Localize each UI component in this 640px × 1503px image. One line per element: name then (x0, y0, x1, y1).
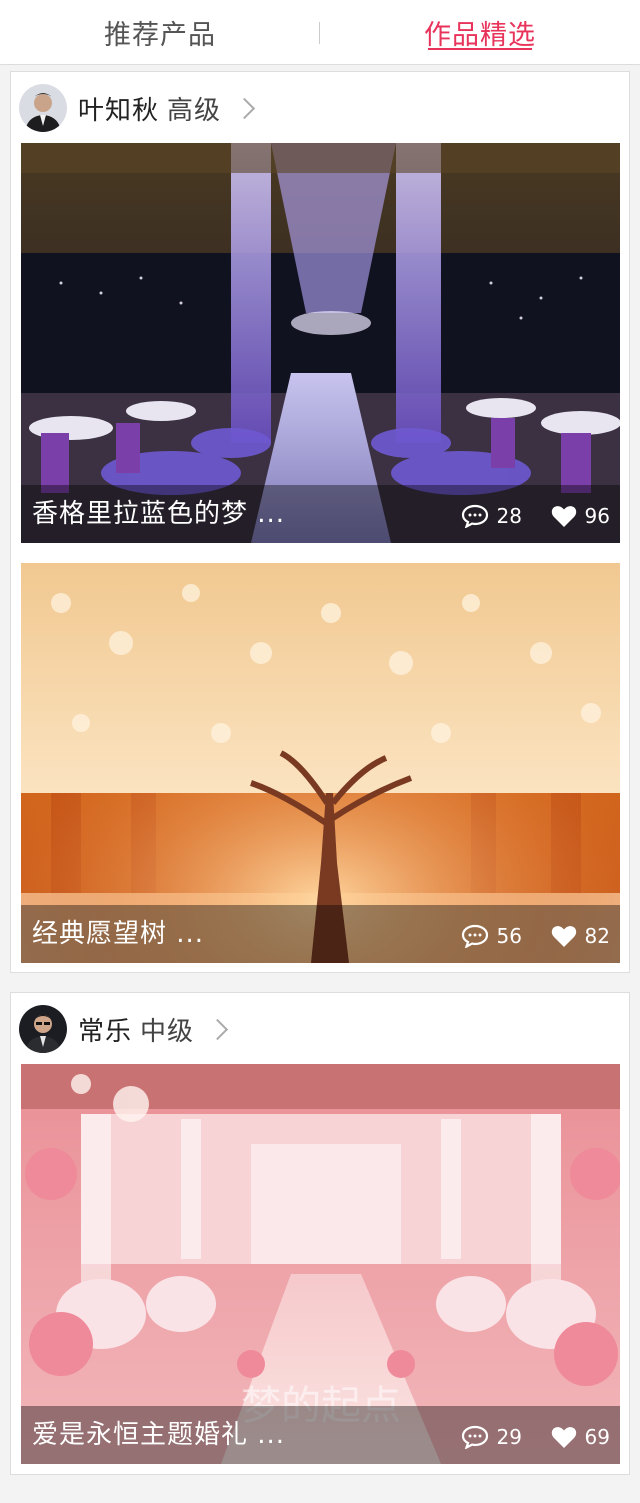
heart-icon (551, 505, 576, 527)
heart-icon (551, 1426, 576, 1448)
like-count[interactable]: 69 (551, 1425, 610, 1449)
work-item[interactable]: 经典愿望树 ... 56 82 (21, 563, 620, 963)
tab-bar: 推荐产品 作品精选 (0, 0, 640, 65)
work-item[interactable]: 梦的起点 爱是永恒主题婚礼 ... 29 69 (21, 1064, 620, 1464)
like-count[interactable]: 96 (551, 504, 610, 528)
comment-bubble-icon (461, 1425, 488, 1449)
comment-count[interactable]: 56 (461, 924, 522, 948)
designer-card: 常乐 中级 梦的起点 爱是永恒主题婚礼 ... 29 69 (10, 992, 630, 1475)
work-title: 经典愿望树 ... (32, 919, 205, 949)
designer-level: 高级 (167, 95, 222, 126)
designer-header[interactable]: 常乐 中级 (19, 1003, 229, 1055)
comment-count[interactable]: 29 (461, 1425, 522, 1449)
work-photo: 梦的起点 (21, 1064, 620, 1464)
like-count-value: 69 (584, 1425, 610, 1449)
like-count-value: 82 (584, 924, 610, 948)
work-item[interactable]: 香格里拉蓝色的梦 ... 28 96 (21, 143, 620, 543)
comment-count[interactable]: 28 (461, 504, 522, 528)
heart-icon (551, 925, 576, 947)
comment-count-value: 56 (496, 924, 522, 948)
comment-count-value: 28 (496, 504, 522, 528)
designer-card: 叶知秋 高级 香格里拉蓝色的梦 ... 28 96 经典愿望树 ... 56 8… (10, 71, 630, 973)
work-title: 爱是永恒主题婚礼 ... (32, 1420, 286, 1450)
like-count[interactable]: 82 (551, 924, 610, 948)
like-count-value: 96 (584, 504, 610, 528)
comment-bubble-icon (461, 504, 488, 528)
avatar (19, 84, 67, 132)
designer-name: 叶知秋 (78, 95, 160, 126)
comment-bubble-icon (461, 924, 488, 948)
work-photo (21, 563, 620, 963)
chevron-right-icon (233, 97, 256, 119)
avatar (19, 1005, 67, 1053)
designer-level: 中级 (140, 1016, 195, 1047)
work-title: 香格里拉蓝色的梦 ... (32, 499, 286, 529)
designer-name: 常乐 (78, 1016, 133, 1047)
designer-header[interactable]: 叶知秋 高级 (19, 82, 256, 134)
comment-count-value: 29 (496, 1425, 522, 1449)
active-tab-indicator (428, 48, 532, 50)
chevron-right-icon (206, 1018, 229, 1040)
tab-recommended-products[interactable]: 推荐产品 (0, 0, 320, 64)
tab-featured-works[interactable]: 作品精选 (320, 0, 640, 64)
work-photo (21, 143, 620, 543)
